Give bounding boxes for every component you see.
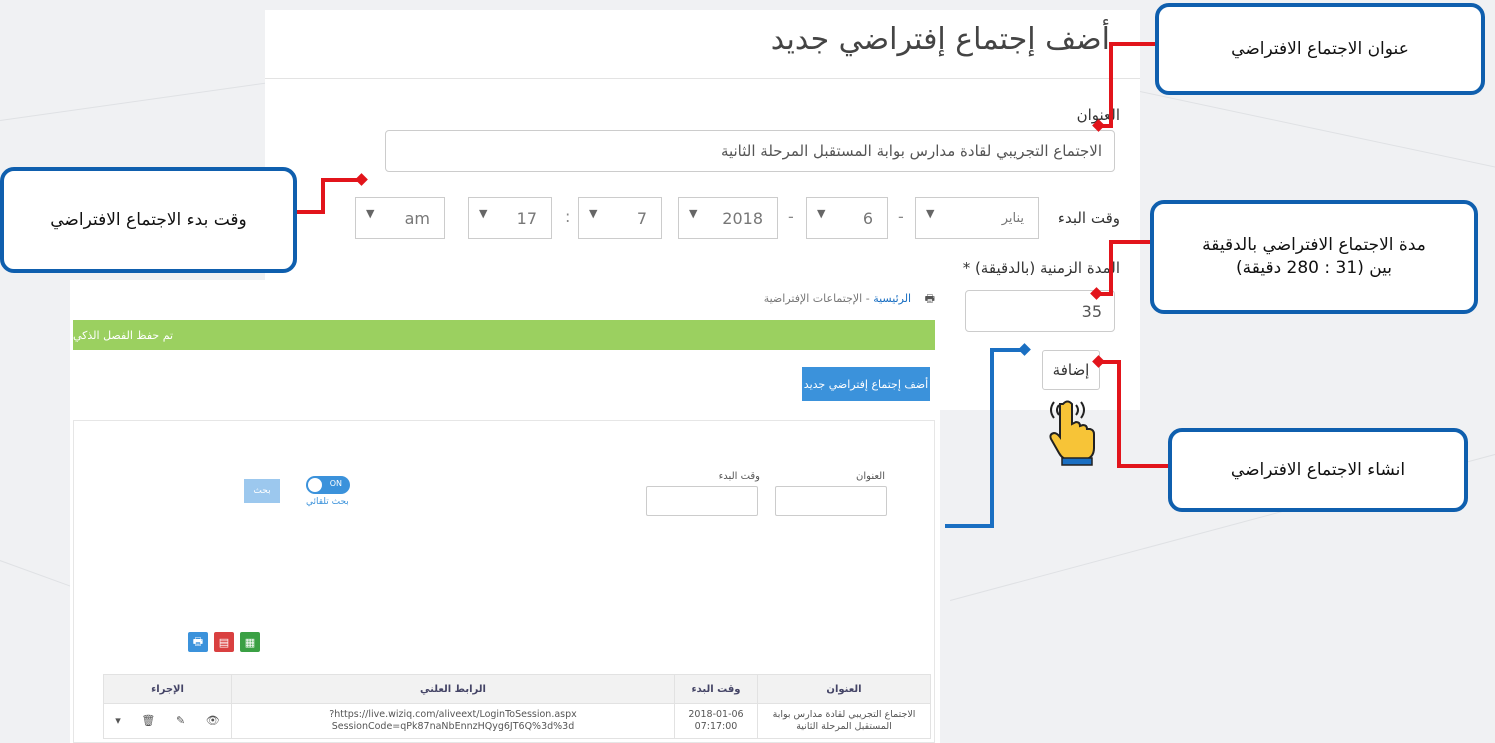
- month-value: يناير: [1001, 211, 1024, 226]
- breadcrumb: 🖶 الرئيسية - الإجتماعات الإفتراضية: [764, 290, 935, 309]
- auto-search-label: بحث تلقائي: [306, 497, 349, 507]
- row-title: الاجتماع التجريبي لقادة مدارس بوابة المس…: [757, 703, 931, 739]
- column-actions: الإجراء: [103, 674, 232, 704]
- row-link[interactable]: https://live.wiziq.com/aliveext/LoginToS…: [231, 703, 675, 739]
- search-start-label: وقت البدء: [718, 471, 760, 482]
- pdf-icon[interactable]: ▤: [214, 632, 234, 652]
- chevron-down-icon: ▼: [817, 207, 826, 220]
- pointer-line: [1109, 42, 1113, 128]
- pointer-line: [321, 178, 325, 214]
- date-separator: -: [898, 207, 904, 226]
- chevron-down-icon[interactable]: ▾: [115, 714, 121, 728]
- pointer-line: [1117, 360, 1121, 468]
- hour-value: 17: [516, 209, 537, 228]
- search-title-input[interactable]: [775, 486, 887, 516]
- minute-select[interactable]: ▼ 7: [578, 197, 662, 239]
- meetings-page: 🖶 الرئيسية - الإجتماعات الإفتراضية تم حف…: [70, 280, 940, 743]
- pointer-line: [1109, 240, 1113, 296]
- print-icon[interactable]: 🖶: [188, 632, 208, 652]
- callout-create: انشاء الاجتماع الافتراضي: [1168, 428, 1468, 512]
- row-actions: 👁 ✎ 🗑 ▾: [103, 703, 232, 739]
- link-line: [945, 524, 994, 528]
- auto-search-toggle[interactable]: ON: [306, 476, 350, 494]
- link-line: [990, 348, 994, 528]
- breadcrumb-separator: -: [862, 292, 874, 305]
- year-value: 2018: [722, 209, 763, 228]
- row-date: 2018-01-06: [688, 708, 744, 720]
- breadcrumb-home[interactable]: الرئيسية: [873, 292, 911, 305]
- success-alert: تم حفظ الفصل الذكي: [73, 320, 935, 350]
- chevron-down-icon: ▼: [926, 207, 935, 220]
- column-start: وقت البدء: [674, 674, 758, 704]
- year-select[interactable]: ▼ 2018: [678, 197, 778, 239]
- delete-icon[interactable]: 🗑: [141, 714, 155, 728]
- add-new-meeting-button[interactable]: أضف إجتماع إفتراضي جديد: [802, 367, 930, 401]
- day-value: 6: [862, 209, 873, 228]
- callout-duration-line1: مدة الاجتماع الافتراضي بالدقيقة: [1202, 235, 1426, 256]
- add-button[interactable]: إضافة: [1042, 350, 1100, 390]
- callout-duration: مدة الاجتماع الافتراضي بالدقيقة بين (31 …: [1150, 200, 1478, 314]
- callout-title: عنوان الاجتماع الافتراضي: [1155, 3, 1485, 95]
- form-heading: أضف إجتماع إفتراضي جديد: [770, 22, 1110, 57]
- chevron-down-icon: ▼: [479, 207, 488, 220]
- column-title: العنوان: [757, 674, 931, 704]
- row-link-line2: SessionCode=qPk87naNbEnnzHQyg6JT6Q%3d%3d: [331, 721, 575, 732]
- background-line: [0, 560, 76, 589]
- row-start: 2018-01-06 07:17:00: [674, 703, 758, 739]
- start-time-label: وقت البدء: [1057, 209, 1120, 227]
- minute-value: 7: [636, 209, 647, 228]
- edit-icon[interactable]: ✎: [176, 714, 185, 728]
- pointer-line: [1117, 464, 1169, 468]
- row-link-line1: https://live.wiziq.com/aliveext/LoginToS…: [329, 708, 577, 720]
- time-separator: :: [565, 207, 571, 226]
- callout-duration-line2: بين (31 : 280 دقيقة): [1235, 258, 1393, 278]
- hand-pointer-icon: [1045, 390, 1097, 466]
- date-separator: -: [788, 207, 794, 226]
- ampm-select[interactable]: ▼ am: [355, 197, 445, 239]
- search-button[interactable]: بحث: [244, 479, 280, 503]
- search-title-label: العنوان: [856, 471, 885, 482]
- month-select[interactable]: ▼ يناير: [915, 197, 1039, 239]
- title-input[interactable]: الاجتماع التجريبي لقادة مدارس بوابة المس…: [385, 130, 1115, 172]
- meetings-table: العنوان وقت البدء الرابط العلني الإجراء …: [103, 674, 931, 739]
- table-header: العنوان وقت البدء الرابط العلني الإجراء: [103, 674, 931, 704]
- toggle-text: ON: [329, 479, 342, 488]
- divider: [265, 78, 1140, 79]
- row-time: 07:17:00: [694, 721, 738, 732]
- callout-start-time: وقت بدء الاجتماع الافتراضي: [0, 167, 297, 273]
- day-select[interactable]: ▼ 6: [806, 197, 888, 239]
- pointer-line: [1113, 240, 1151, 244]
- chevron-down-icon: ▼: [589, 207, 598, 220]
- chevron-down-icon: ▼: [366, 207, 375, 220]
- duration-label: المدة الزمنية (بالدقيقة) *: [962, 259, 1120, 277]
- table-row: الاجتماع التجريبي لقادة مدارس بوابة المس…: [103, 703, 931, 739]
- print-icon[interactable]: 🖶: [925, 292, 935, 305]
- view-icon[interactable]: 👁: [206, 714, 220, 728]
- hour-select[interactable]: ▼ 17: [468, 197, 552, 239]
- ampm-value: am: [404, 209, 430, 228]
- chevron-down-icon: ▼: [689, 207, 698, 220]
- column-link: الرابط العلني: [231, 674, 675, 704]
- breadcrumb-page: الإجتماعات الإفتراضية: [763, 292, 863, 305]
- pointer-line: [1113, 42, 1155, 46]
- search-start-input[interactable]: [646, 486, 758, 516]
- excel-icon[interactable]: ▦: [240, 632, 260, 652]
- toggle-knob: [308, 478, 322, 492]
